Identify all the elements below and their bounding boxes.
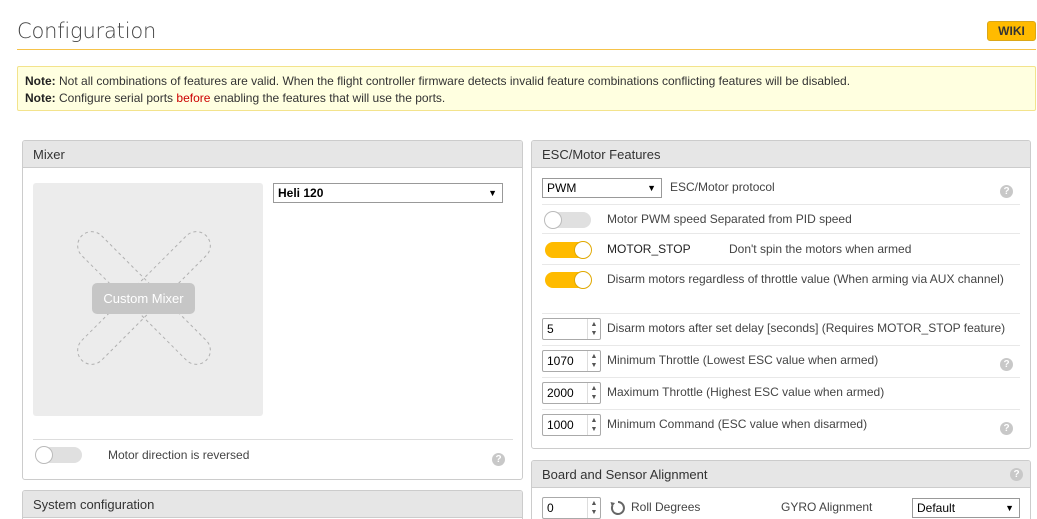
- stepper-arrows-icon[interactable]: ▲ ▼: [587, 319, 600, 339]
- motor-stop-toggle[interactable]: [545, 241, 592, 259]
- board-panel-title-text: Board and Sensor Alignment: [542, 467, 708, 482]
- title-divider: [17, 49, 1036, 50]
- mixer-select[interactable]: Heli 120 ▼: [273, 183, 503, 203]
- gyro-alignment-label: GYRO Alignment: [781, 500, 873, 514]
- board-alignment-panel: Board and Sensor Alignment ? 0 ▲ ▼ Roll D…: [531, 460, 1031, 519]
- esc-protocol-label: ESC/Motor protocol: [670, 180, 775, 194]
- row-divider: [542, 264, 1020, 265]
- help-icon[interactable]: ?: [1000, 358, 1013, 371]
- max-throttle-value: 2000: [547, 386, 574, 400]
- gyro-alignment-value: Default: [917, 501, 956, 515]
- system-config-title: System configuration: [23, 491, 522, 518]
- min-throttle-value: 1070: [547, 354, 574, 368]
- help-icon[interactable]: ?: [1010, 468, 1023, 481]
- disarm-delay-value: 5: [547, 322, 554, 336]
- chevron-down-icon: ▼: [488, 188, 497, 198]
- motor-reverse-label: Motor direction is reversed: [108, 448, 250, 462]
- page-title: Configuration: [17, 19, 157, 43]
- esc-protocol-select[interactable]: PWM ▼: [542, 178, 662, 198]
- max-throttle-label: Maximum Throttle (Highest ESC value when…: [607, 385, 885, 399]
- disarm-label: Disarm motors regardless of throttle val…: [607, 272, 1004, 286]
- rotate-icon: [610, 501, 625, 515]
- mixer-preview: Custom Mixer: [33, 183, 263, 416]
- note-prefix: Note:: [25, 74, 56, 88]
- row-divider: [542, 377, 1020, 378]
- pwm-speed-label: Motor PWM speed Separated from PID speed: [607, 212, 852, 226]
- note-text: enabling the features that will use the …: [210, 91, 446, 105]
- toggle-knob: [574, 271, 592, 289]
- system-config-panel: System configuration: [22, 490, 523, 519]
- esc-motor-panel: ESC/Motor Features PWM ▼ ESC/Motor proto…: [531, 140, 1031, 449]
- note-line-1: Note: Not all combinations of features a…: [25, 73, 1028, 90]
- row-divider: [542, 233, 1020, 234]
- row-divider: [542, 313, 1020, 314]
- stepper-arrows-icon[interactable]: ▲ ▼: [587, 383, 600, 403]
- roll-degrees-value: 0: [547, 501, 554, 515]
- note-highlight: before: [176, 91, 211, 105]
- help-icon[interactable]: ?: [1000, 185, 1013, 198]
- motor-stop-name: MOTOR_STOP: [607, 242, 691, 256]
- mixer-divider: [33, 439, 513, 440]
- note-text: Not all combinations of features are val…: [55, 74, 851, 88]
- toggle-knob: [35, 446, 53, 464]
- motor-reverse-toggle[interactable]: [35, 446, 82, 464]
- min-command-value: 1000: [547, 418, 574, 432]
- toggle-knob: [574, 241, 592, 259]
- gyro-alignment-select[interactable]: Default ▼: [912, 498, 1020, 518]
- disarm-toggle[interactable]: [545, 271, 592, 289]
- min-throttle-label: Minimum Throttle (Lowest ESC value when …: [607, 353, 879, 367]
- disarm-delay-input[interactable]: 5 ▲ ▼: [542, 318, 601, 340]
- board-panel-title: Board and Sensor Alignment ?: [532, 461, 1030, 488]
- stepper-arrows-icon[interactable]: ▲ ▼: [587, 415, 600, 435]
- toggle-knob: [544, 211, 562, 229]
- chevron-down-icon: ▼: [647, 183, 656, 193]
- help-icon[interactable]: ?: [1000, 422, 1013, 435]
- row-divider: [542, 409, 1020, 410]
- mixer-panel-title: Mixer: [23, 141, 522, 168]
- note-box: Note: Not all combinations of features a…: [17, 66, 1036, 111]
- mixer-select-value: Heli 120: [278, 186, 324, 200]
- chevron-down-icon: ▼: [1005, 503, 1014, 513]
- esc-panel-title: ESC/Motor Features: [532, 141, 1030, 168]
- esc-protocol-value: PWM: [547, 181, 577, 195]
- row-divider: [542, 204, 1020, 205]
- row-divider: [542, 345, 1020, 346]
- roll-degrees-label: Roll Degrees: [631, 500, 701, 514]
- min-throttle-input[interactable]: 1070 ▲ ▼: [542, 350, 601, 372]
- wiki-button[interactable]: WIKI: [987, 21, 1036, 41]
- disarm-delay-label: Disarm motors after set delay [seconds] …: [607, 321, 1006, 335]
- motor-stop-desc: Don't spin the motors when armed: [729, 242, 912, 256]
- note-prefix: Note:: [25, 91, 56, 105]
- max-throttle-input[interactable]: 2000 ▲ ▼: [542, 382, 601, 404]
- pwm-speed-toggle[interactable]: [544, 211, 591, 229]
- note-text: Configure serial ports: [55, 91, 177, 105]
- help-icon[interactable]: ?: [492, 453, 505, 466]
- stepper-arrows-icon[interactable]: ▲ ▼: [587, 498, 600, 518]
- min-command-label: Minimum Command (ESC value when disarmed…: [607, 417, 868, 431]
- stepper-arrows-icon[interactable]: ▲ ▼: [587, 351, 600, 371]
- roll-degrees-input[interactable]: 0 ▲ ▼: [542, 497, 601, 519]
- mixer-preview-label: Custom Mixer: [92, 283, 195, 314]
- min-command-input[interactable]: 1000 ▲ ▼: [542, 414, 601, 436]
- mixer-panel: Mixer Custom Mixer Heli 120 ▼ Motor dire…: [22, 140, 523, 480]
- note-line-2: Note: Configure serial ports before enab…: [25, 90, 1028, 107]
